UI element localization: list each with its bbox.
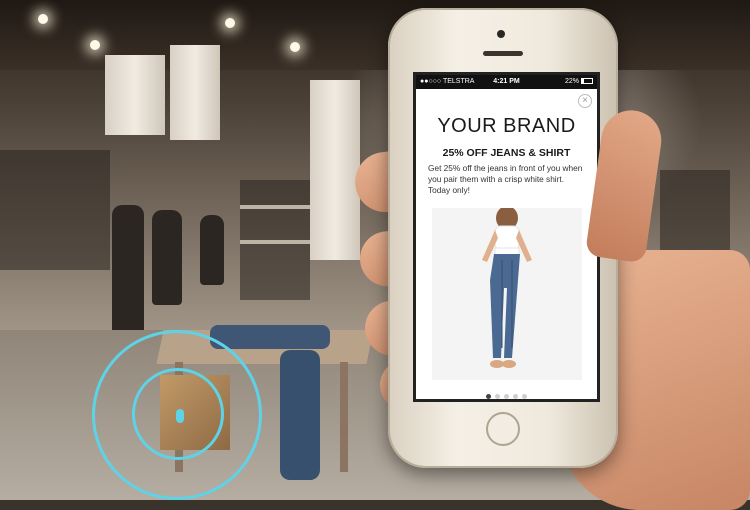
promo-title: 25% OFF JEANS & SHIRT: [442, 147, 571, 159]
pagination-dot-active[interactable]: [486, 394, 491, 399]
ceiling-pillar: [170, 45, 220, 140]
ceiling-light: [38, 14, 48, 24]
mannequin: [200, 215, 224, 285]
front-camera: [497, 30, 505, 38]
promo-description: Get 25% off the jeans in front of you wh…: [428, 163, 583, 195]
brand-title: YOUR BRAND: [437, 115, 576, 137]
mannequin: [152, 210, 182, 305]
ceiling-light: [290, 42, 300, 52]
woman-in-jeans-illustration: [432, 206, 582, 380]
close-button[interactable]: ×: [578, 94, 592, 108]
pagination-dot[interactable]: [504, 394, 509, 399]
battery-percent: 22%: [564, 78, 579, 85]
pagination-dot[interactable]: [495, 394, 500, 399]
pagination-dot[interactable]: [522, 394, 527, 399]
phone-screen: ●●○○○ TELSTRA 4:21 PM 22% × YOUR BRAND 2…: [413, 72, 600, 402]
beacon-icon: [176, 409, 184, 423]
battery-status: 22%: [565, 75, 593, 89]
store-column: [310, 80, 360, 260]
folded-jeans: [210, 325, 330, 349]
ceiling-light: [225, 18, 235, 28]
home-button[interactable]: [486, 412, 520, 446]
table-leg: [340, 362, 348, 472]
earpiece: [483, 51, 523, 56]
carousel-pagination[interactable]: [416, 386, 597, 399]
shelf: [240, 240, 310, 244]
product-image[interactable]: [432, 206, 582, 380]
status-bar: ●●○○○ TELSTRA 4:21 PM 22%: [416, 75, 597, 89]
smartphone: ●●○○○ TELSTRA 4:21 PM 22% × YOUR BRAND 2…: [388, 8, 618, 468]
ceiling-pillar: [105, 55, 165, 135]
close-icon: ×: [582, 95, 588, 106]
hanging-jeans: [280, 350, 320, 480]
ceiling-light: [90, 40, 100, 50]
battery-icon: [581, 78, 593, 84]
pagination-dot[interactable]: [513, 394, 518, 399]
mannequin: [112, 205, 144, 345]
clothing-rack: [0, 150, 110, 270]
shelf: [240, 205, 310, 209]
